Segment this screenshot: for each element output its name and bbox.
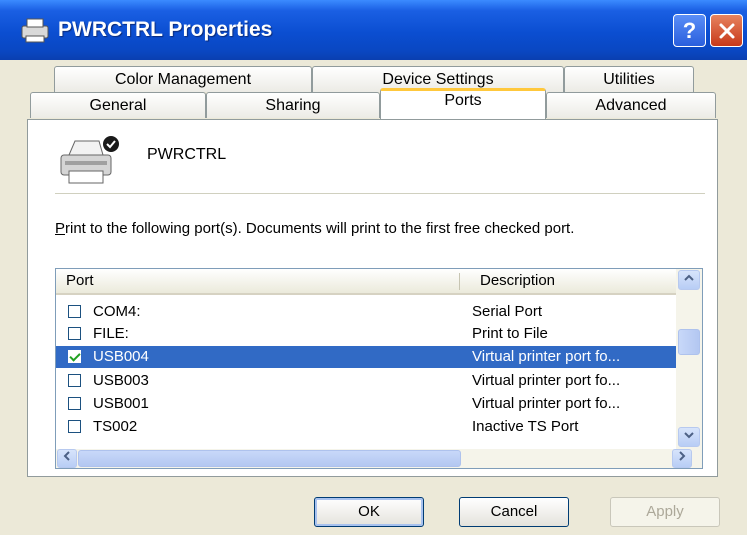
list-item[interactable]: COM4: Serial Port [56, 301, 676, 323]
close-icon [719, 23, 734, 39]
port-description: Serial Port [472, 303, 543, 320]
port-name: USB004 [93, 348, 149, 365]
tab-general[interactable]: General [30, 92, 206, 118]
scroll-left-button[interactable] [57, 449, 77, 468]
list-item[interactable]: FILE: Print to File [56, 323, 676, 345]
port-name: USB001 [93, 395, 149, 412]
tab-sharing[interactable]: Sharing [206, 92, 380, 118]
tab-advanced[interactable]: Advanced [546, 92, 716, 118]
list-item[interactable]: TS002 Inactive TS Port [56, 416, 676, 438]
list-header: Port Description [56, 269, 676, 295]
window-title: PWRCTRL Properties [58, 18, 273, 41]
instructions-rest: rint to the following port(s). Documents… [65, 220, 575, 237]
column-header-port[interactable]: Port [66, 269, 94, 293]
vertical-scrollbar[interactable] [676, 269, 702, 449]
instructions-text: Print to the following port(s). Document… [55, 220, 675, 237]
tab-color-management[interactable]: Color Management [54, 66, 312, 92]
scroll-down-button[interactable] [678, 427, 700, 447]
port-checkbox[interactable] [68, 420, 81, 433]
port-description: Print to File [472, 325, 548, 342]
column-divider[interactable] [459, 273, 460, 290]
scroll-up-button[interactable] [678, 270, 700, 290]
port-list[interactable]: Port Description COM4: Serial Port FILE:… [55, 268, 703, 469]
port-name: FILE: [93, 325, 129, 342]
scroll-thumb[interactable] [678, 329, 700, 355]
separator [55, 193, 705, 194]
port-name: USB003 [93, 372, 149, 389]
apply-button[interactable]: Apply [610, 497, 720, 527]
port-checkbox[interactable] [68, 327, 81, 340]
port-description: Inactive TS Port [472, 418, 579, 435]
printer-icon [21, 18, 49, 43]
chevron-right-icon [679, 451, 686, 461]
chevron-left-icon [63, 451, 70, 461]
port-name: TS002 [93, 418, 138, 435]
list-item[interactable]: USB003 Virtual printer port fo... [56, 370, 676, 392]
port-checkbox[interactable] [68, 397, 81, 410]
tab-utilities[interactable]: Utilities [564, 66, 694, 92]
chevron-down-icon [684, 432, 694, 439]
column-header-description[interactable]: Description [480, 269, 555, 293]
title-bar[interactable]: PWRCTRL Properties ? [0, 0, 747, 60]
scroll-right-button[interactable] [672, 449, 692, 468]
cancel-button[interactable]: Cancel [459, 497, 569, 527]
ok-button[interactable]: OK [314, 497, 424, 527]
mnemonic-letter: P [55, 220, 66, 237]
close-button[interactable] [710, 14, 743, 47]
help-button[interactable]: ? [673, 14, 706, 47]
port-checkbox[interactable] [68, 374, 81, 387]
chevron-up-icon [684, 274, 694, 281]
printer-check-icon [60, 136, 119, 184]
horizontal-scroll-thumb[interactable] [78, 450, 461, 467]
tab-ports[interactable]: Ports [380, 88, 546, 119]
printer-name: PWRCTRL [147, 146, 227, 163]
port-name: COM4: [93, 303, 141, 320]
horizontal-scrollbar[interactable] [56, 449, 702, 468]
list-item-selected[interactable]: USB004 Virtual printer port fo... [56, 346, 676, 368]
list-item[interactable]: USB001 Virtual printer port fo... [56, 393, 676, 415]
properties-dialog: PWRCTRL Properties ? Color Management De… [0, 0, 747, 535]
port-description: Virtual printer port fo... [472, 372, 621, 389]
port-checkbox-checked[interactable] [68, 350, 81, 363]
port-description: Virtual printer port fo... [472, 348, 621, 365]
port-description: Virtual printer port fo... [472, 395, 621, 412]
port-checkbox[interactable] [68, 305, 81, 318]
